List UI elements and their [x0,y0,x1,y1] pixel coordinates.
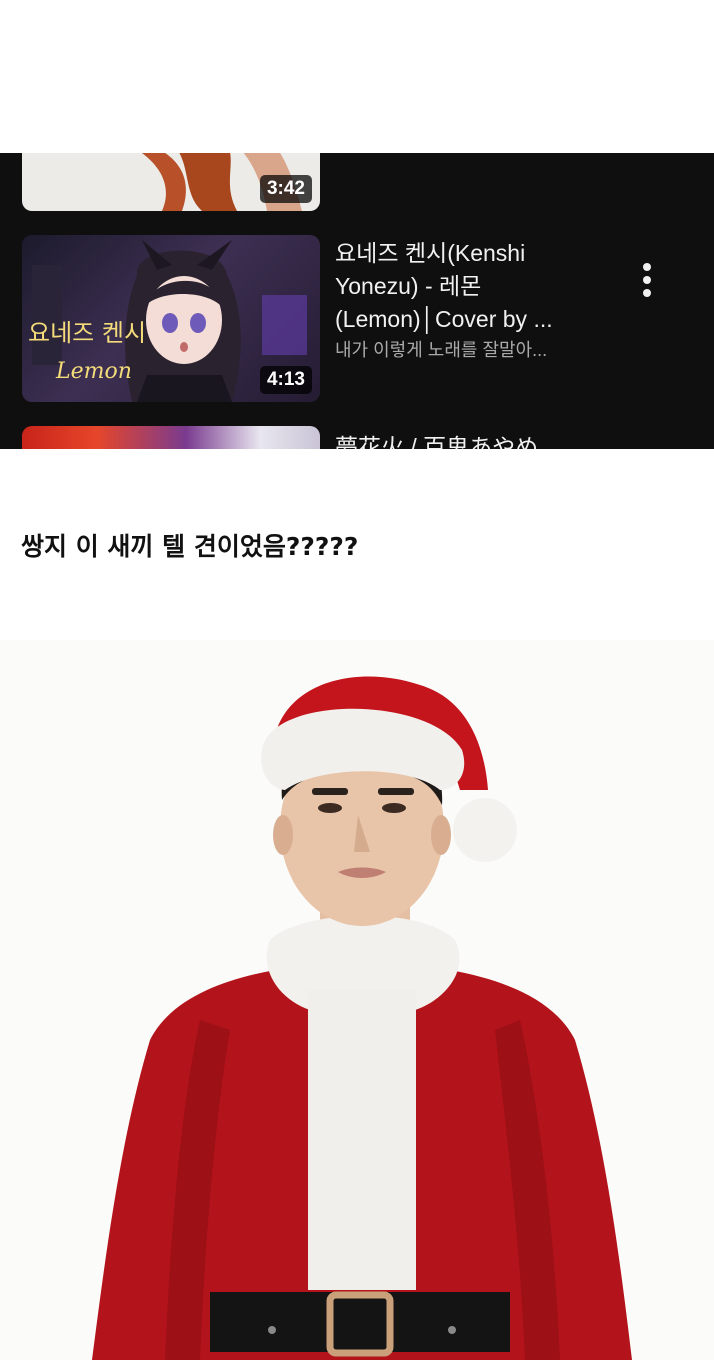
video-duration: 3:42 [259,175,312,203]
thumbnail-text: 요네즈 켄시 [28,319,147,347]
more-vertical-icon[interactable] [634,261,660,299]
video-thumbnail[interactable]: 3:42 [22,153,320,211]
youtube-video-list: 3:42 요네즈 켄시 Lemon 4:13 요네즈 켄시(Kenshi Yon… [0,153,714,449]
santa-man-illustration [92,676,632,1360]
video-title[interactable]: 夢花火 / 百鬼あやめ [335,428,538,449]
video-duration: 4:13 [259,366,312,394]
thumbnail-text: Lemon [56,359,132,384]
video-thumbnail[interactable]: 요네즈 켄시 Lemon 4:13 [22,235,320,402]
post-caption: 쌍지 이 새끼 텔 견이었음????? [21,532,359,561]
video-channel[interactable]: 내가 이렇게 노래를 잘말아... [335,336,595,362]
video-title[interactable]: 요네즈 켄시(Kenshi Yonezu) - 레몬 (Lemon)│Cover… [335,237,610,336]
video-thumbnail[interactable] [22,426,320,449]
santa-costume-photo [0,640,714,1360]
